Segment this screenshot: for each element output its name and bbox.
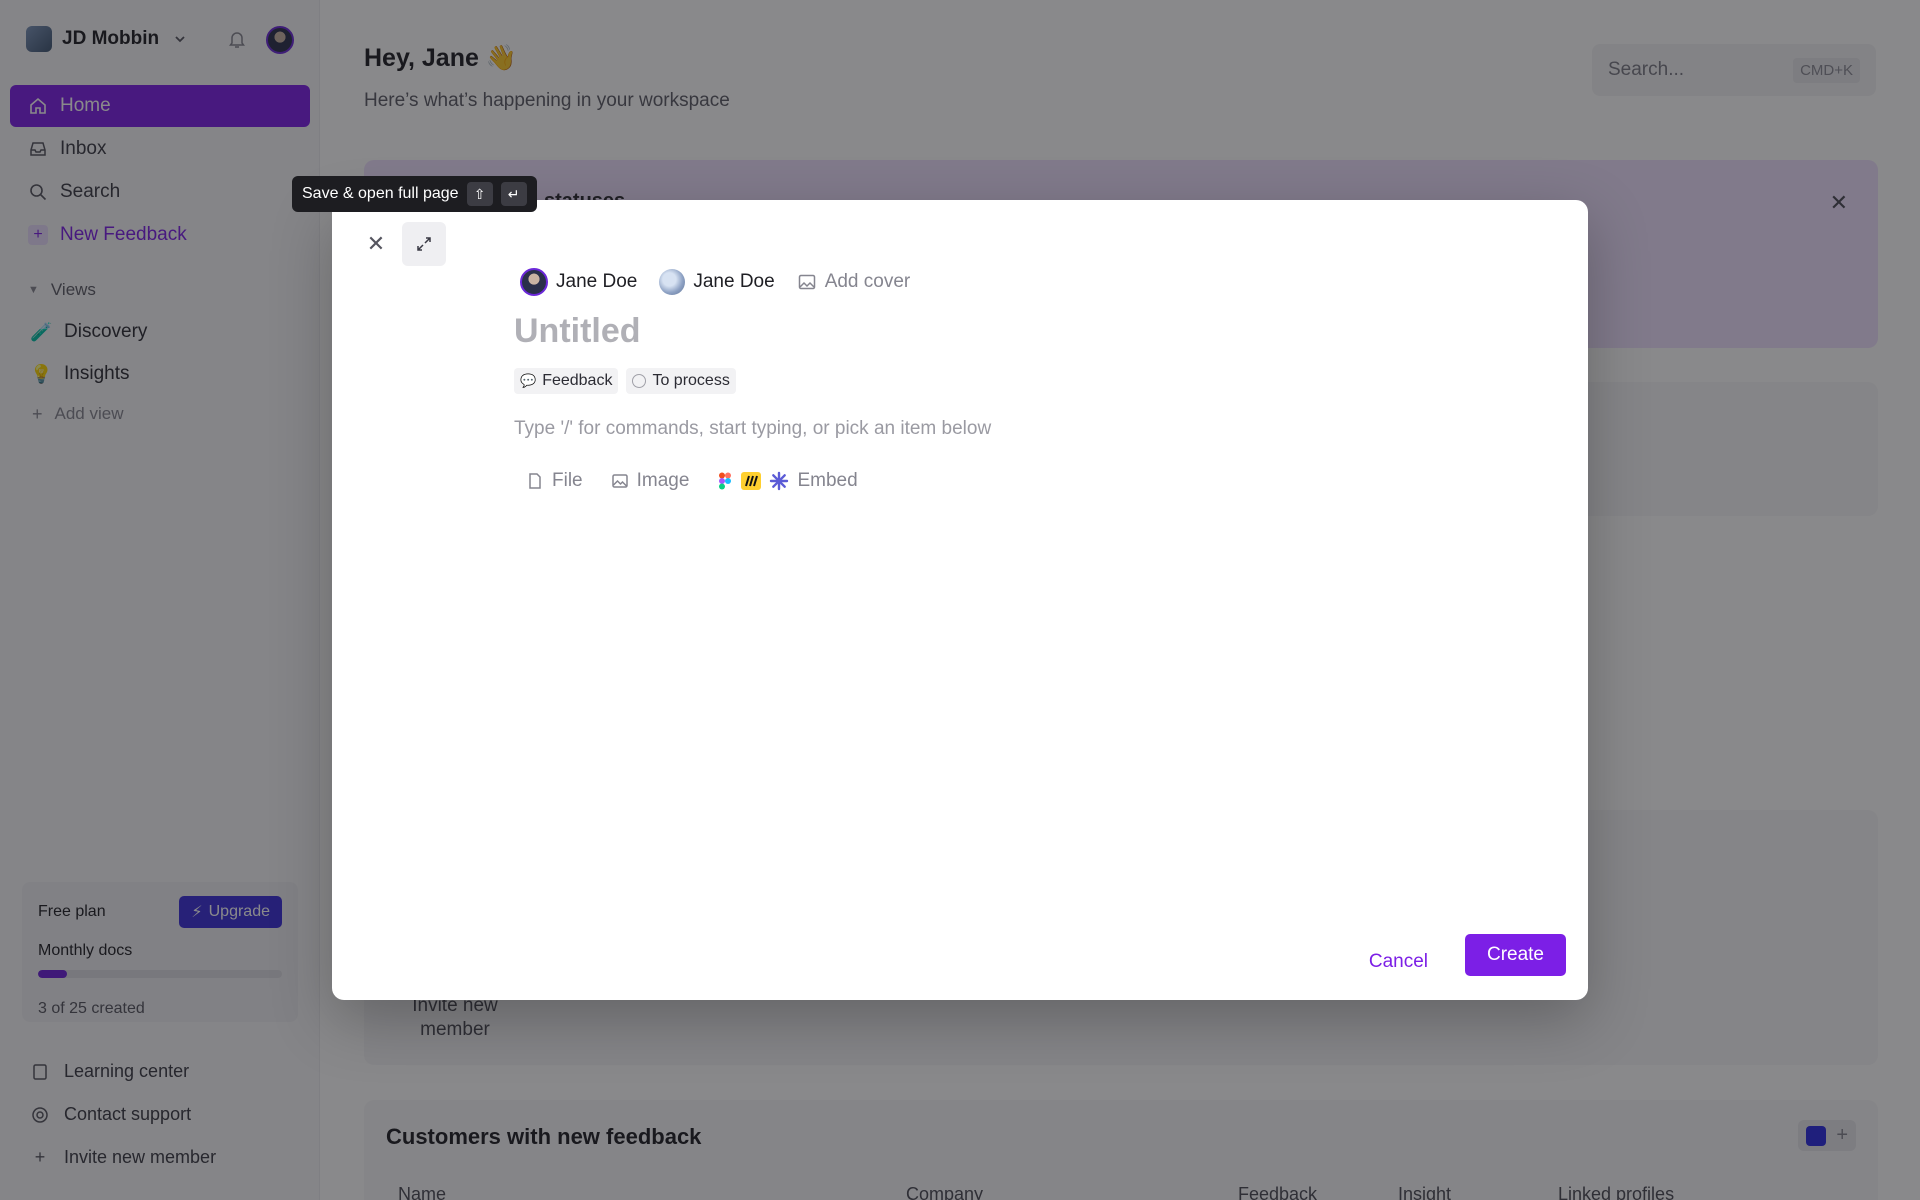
add-cover-label: Add cover bbox=[824, 271, 911, 292]
create-button[interactable]: Create bbox=[1464, 934, 1566, 976]
attach-label: File bbox=[552, 470, 583, 491]
title-input[interactable]: Untitled bbox=[514, 312, 641, 351]
image-icon bbox=[798, 274, 815, 290]
type-chip[interactable]: 💬 Feedback bbox=[514, 368, 619, 394]
close-icon[interactable]: ✕ bbox=[362, 230, 390, 258]
new-feedback-modal: ✕ Jane Doe Jane Doe Add cover Untitled 💬… bbox=[332, 200, 1588, 1000]
file-icon bbox=[529, 473, 541, 489]
circle-icon bbox=[632, 374, 647, 388]
avatar bbox=[520, 268, 548, 296]
asterisk-icon bbox=[770, 471, 789, 491]
assignee-chip[interactable]: Jane Doe bbox=[520, 268, 637, 296]
miro-icon bbox=[741, 472, 762, 490]
reporter-name: Jane Doe bbox=[693, 271, 775, 292]
avatar bbox=[659, 269, 686, 295]
attach-label: Embed bbox=[797, 470, 858, 491]
type-label: Feedback bbox=[542, 372, 613, 389]
enter-key-icon: ↵ bbox=[500, 182, 527, 206]
editor-placeholder[interactable]: Type '/' for commands, start typing, or … bbox=[514, 418, 991, 440]
status-label: To process bbox=[652, 372, 730, 389]
property-chips: 💬 Feedback To process bbox=[514, 368, 736, 394]
assignee-name: Jane Doe bbox=[556, 271, 638, 292]
save-open-full-page-tooltip: Save & open full page ⇧ ↵ bbox=[292, 176, 537, 212]
figma-icon bbox=[719, 472, 732, 490]
cancel-button[interactable]: Cancel bbox=[1357, 943, 1440, 981]
tooltip-text: Save & open full page bbox=[302, 185, 459, 202]
status-chip[interactable]: To process bbox=[626, 368, 736, 394]
attachment-toolbar: File Image Embed bbox=[526, 470, 858, 492]
reporter-chip[interactable]: Jane Doe bbox=[659, 269, 775, 295]
attach-label: Image bbox=[636, 470, 690, 491]
add-cover-button[interactable]: Add cover bbox=[797, 271, 911, 293]
expand-icon[interactable] bbox=[402, 222, 446, 266]
attach-file-button[interactable]: File bbox=[526, 470, 583, 492]
shift-key-icon: ⇧ bbox=[466, 182, 493, 206]
attach-embed-button[interactable]: Embed bbox=[717, 470, 858, 492]
attach-image-button[interactable]: Image bbox=[611, 470, 690, 492]
image-icon bbox=[611, 474, 628, 488]
modal-people: Jane Doe Jane Doe Add cover bbox=[520, 268, 910, 296]
speech-bubble-icon: 💬 bbox=[520, 373, 537, 388]
